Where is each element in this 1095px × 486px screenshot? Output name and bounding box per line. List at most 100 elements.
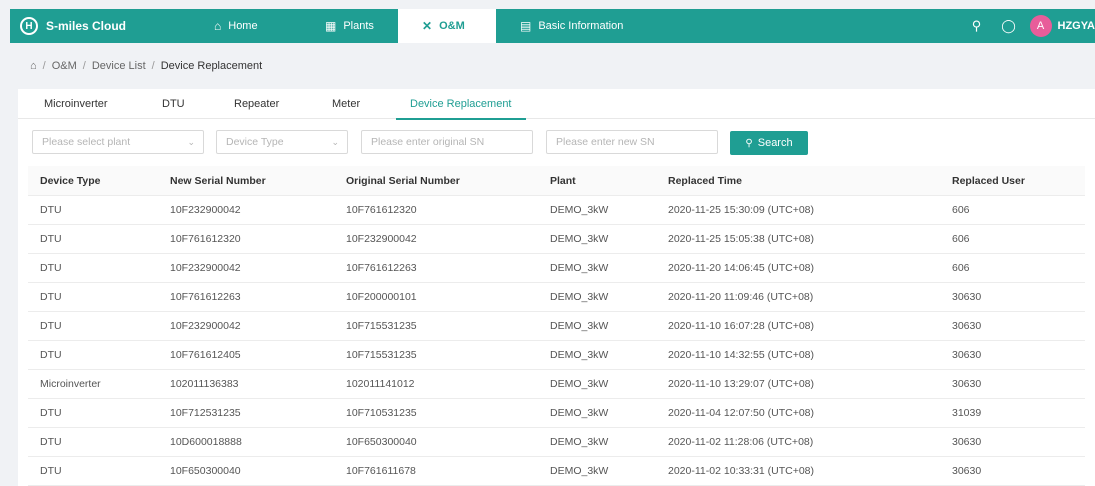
table-row: DTU 10F232900042 10F715531235 DEMO_3kW 2… (28, 312, 1085, 341)
plant-cell: DEMO_3kW (550, 378, 609, 390)
document-icon: ▤ (520, 19, 532, 33)
tab-microinverter[interactable]: Microinverter (44, 89, 108, 119)
avatar[interactable]: A (1029, 15, 1052, 37)
search-button-label: Search (757, 137, 793, 149)
original-serial-cell: 10F761611678 (346, 465, 416, 477)
column-header: Replaced User (952, 175, 1025, 187)
breadcrumb: ⌂ / O&M / Device List / Device Replaceme… (30, 60, 262, 72)
chevron-down-icon: ⌄ (331, 137, 339, 147)
nav-plants-label: Plants (343, 20, 374, 32)
replacement-table: Device Type New Serial Number Original S… (28, 166, 1085, 486)
filter-bar: Please select plant ⌄ Device Type ⌄ Plea… (18, 130, 1095, 156)
device-type-cell: DTU (40, 291, 62, 303)
tools-icon: ✕ (422, 19, 433, 33)
breadcrumb-device-list[interactable]: Device List (92, 60, 146, 72)
original-serial-cell: 10F232900042 (346, 233, 417, 245)
device-type-cell: DTU (40, 436, 62, 448)
replaced-time-cell: 2020-11-10 16:07:28 (UTC+08) (668, 320, 815, 332)
table-row: DTU 10D600018888 10F650300040 DEMO_3kW 2… (28, 428, 1085, 457)
column-header: Device Type (40, 175, 101, 187)
device-type-cell: Microinverter (40, 378, 101, 390)
tab-dtu[interactable]: DTU (162, 89, 185, 119)
replaced-time-cell: 2020-11-20 11:09:46 (UTC+08) (668, 291, 814, 303)
new-serial-cell: 10F761612320 (170, 233, 241, 245)
device-type-cell: DTU (40, 233, 62, 245)
nav-plants[interactable]: ▦ Plants (301, 9, 398, 43)
home-icon[interactable]: ⌂ (30, 60, 37, 72)
username[interactable]: HZGYA (1058, 20, 1095, 32)
column-header: Original Serial Number (346, 175, 460, 187)
replaced-time-cell: 2020-11-02 11:28:06 (UTC+08) (668, 436, 814, 448)
nav-om[interactable]: ✕ O&M (398, 9, 496, 43)
breadcrumb-separator: / (151, 60, 155, 72)
new-serial-cell: 10F232900042 (170, 262, 241, 274)
replaced-time-cell: 2020-11-04 12:07:50 (UTC+08) (668, 407, 815, 419)
table-row: DTU 10F761612263 10F200000101 DEMO_3kW 2… (28, 283, 1085, 312)
replaced-time-cell: 2020-11-02 10:33:31 (UTC+08) (668, 465, 815, 477)
original-serial-cell: 10F761612320 (346, 204, 417, 216)
table-row: DTU 10F761612405 10F715531235 DEMO_3kW 2… (28, 341, 1085, 370)
plant-cell: DEMO_3kW (550, 407, 609, 419)
device-type-cell: DTU (40, 320, 62, 332)
device-type-cell: DTU (40, 407, 62, 419)
replaced-user-cell: 606 (952, 233, 970, 245)
replaced-user-cell: 30630 (952, 436, 982, 448)
breadcrumb-om[interactable]: O&M (52, 60, 77, 72)
new-serial-cell: 102011136383 (170, 378, 239, 390)
content-card: Microinverter DTU Repeater Meter Device … (18, 89, 1095, 486)
replaced-user-cell: 30630 (952, 349, 982, 361)
original-sn-input[interactable]: Please enter original SN (361, 130, 533, 154)
plant-cell: DEMO_3kW (550, 436, 609, 448)
table-row: Microinverter 102011136383 102011141012 … (28, 370, 1085, 399)
new-serial-cell: 10F232900042 (170, 320, 241, 332)
original-serial-cell: 10F200000101 (346, 291, 417, 303)
device-type-cell: DTU (40, 349, 62, 361)
app-name: S-miles Cloud (46, 19, 127, 33)
new-serial-cell: 10F712531235 (170, 407, 241, 419)
replaced-user-cell: 606 (952, 204, 970, 216)
table-row: DTU 10F232900042 10F761612263 DEMO_3kW 2… (28, 254, 1085, 283)
nav-home-label: Home (228, 20, 258, 32)
replaced-user-cell: 606 (952, 262, 970, 274)
tab-meter[interactable]: Meter (332, 89, 360, 119)
replaced-time-cell: 2020-11-10 13:29:07 (UTC+08) (668, 378, 815, 390)
replaced-time-cell: 2020-11-25 15:05:38 (UTC+08) (668, 233, 815, 245)
device-type-placeholder: Device Type (226, 136, 284, 148)
plant-select[interactable]: Please select plant ⌄ (32, 130, 204, 154)
device-type-cell: DTU (40, 465, 62, 477)
new-sn-input[interactable]: Please enter new SN (546, 130, 718, 154)
table-header: Device Type New Serial Number Original S… (28, 166, 1085, 196)
plant-cell: DEMO_3kW (550, 233, 609, 245)
nav-basic-information-label: Basic Information (538, 20, 624, 32)
plant-cell: DEMO_3kW (550, 320, 609, 332)
replaced-user-cell: 30630 (952, 378, 982, 390)
app-logo[interactable]: H S-miles Cloud (20, 17, 190, 35)
home-icon: ⌂ (214, 19, 222, 33)
replaced-user-cell: 30630 (952, 320, 982, 332)
new-serial-cell: 10F232900042 (170, 204, 241, 216)
nav-basic-information[interactable]: ▤ Basic Information (496, 9, 647, 43)
logo-mark-icon: H (20, 17, 38, 35)
tab-repeater[interactable]: Repeater (234, 89, 279, 119)
search-icon[interactable]: ⚲ (966, 18, 988, 34)
table-row: DTU 10F232900042 10F761612320 DEMO_3kW 2… (28, 196, 1085, 225)
original-serial-cell: 10F715531235 (346, 349, 417, 361)
tab-device-replacement[interactable]: Device Replacement (396, 89, 525, 120)
replaced-user-cell: 31039 (952, 407, 982, 419)
globe-icon[interactable]: ◯ (998, 18, 1020, 34)
new-serial-cell: 10D600018888 (170, 436, 242, 448)
plant-select-placeholder: Please select plant (42, 136, 131, 148)
nav-home[interactable]: ⌂ Home (190, 9, 301, 43)
device-type-cell: DTU (40, 262, 62, 274)
device-type-cell: DTU (40, 204, 62, 216)
header-tools: ⚲ ◯ A HZGYA (966, 9, 1095, 43)
chevron-down-icon: ⌄ (187, 137, 195, 147)
search-button[interactable]: ⚲ Search (730, 131, 808, 155)
device-type-select[interactable]: Device Type ⌄ (216, 130, 348, 154)
plants-icon: ▦ (325, 19, 337, 33)
new-serial-cell: 10F650300040 (170, 465, 241, 477)
plant-cell: DEMO_3kW (550, 349, 609, 361)
column-header: Replaced Time (668, 175, 742, 187)
replaced-user-cell: 30630 (952, 465, 982, 477)
plant-cell: DEMO_3kW (550, 262, 609, 274)
